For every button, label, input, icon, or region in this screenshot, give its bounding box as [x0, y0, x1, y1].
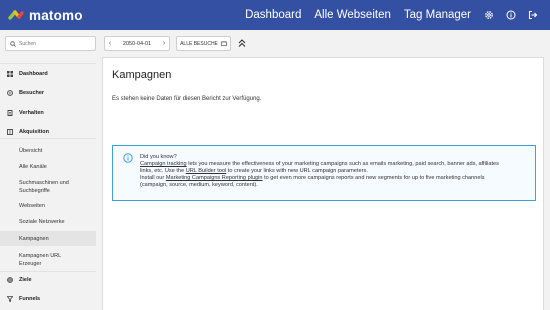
info-line: (campaign, source, medium, keyword, cont… [140, 182, 258, 188]
sidebar-item-behaviour[interactable]: Verhalten [0, 108, 96, 117]
info-text-fragment: to get even more campaigns reports and n… [262, 175, 485, 181]
collapse-icon[interactable] [238, 38, 246, 48]
nav-tag-manager[interactable]: Tag Manager [404, 9, 471, 21]
info-box: Did you know? Campaign tracking lets you… [112, 145, 536, 201]
marketing-plugin-link[interactable]: Marketing Campaigns Reporting plugin [166, 175, 263, 181]
info-line: links, etc. Use the URL Builder tool to … [140, 168, 530, 175]
divider [0, 271, 96, 272]
segment-icon [221, 41, 227, 46]
search-box[interactable] [5, 36, 96, 51]
sidebar-item-all-channels[interactable]: Alle Kanäle [0, 162, 96, 171]
page-title: Kampagnen [112, 69, 172, 81]
info-line: Campaign tracking lets you measure the e… [140, 161, 530, 168]
sidebar-item-acquisition[interactable]: Akquisition [0, 127, 96, 136]
acquisition-icon [6, 128, 14, 135]
search-icon [10, 40, 16, 47]
sidebar-item-overview[interactable]: Übersicht [0, 146, 96, 155]
segment-selector[interactable]: ALLE BESUCHE [176, 36, 231, 51]
sidebar: Dashboard Besucher Verhalten Akquisition… [0, 56, 96, 310]
info-line: Install our Marketing Campaigns Reportin… [140, 175, 530, 182]
sidebar-item-label: Suchmaschinen und Suchbegriffe [19, 179, 69, 194]
report-card: Kampagnen Es stehen keine Daten für dies… [102, 57, 544, 310]
previous-period-icon[interactable]: ‹ [105, 40, 115, 47]
url-builder-link[interactable]: URL Builder tool [186, 168, 227, 174]
sidebar-item-label: Dashboard [19, 70, 48, 77]
search-input[interactable] [19, 40, 89, 47]
date-value[interactable]: 2050-04-01 [115, 41, 159, 47]
nav-all-websites[interactable]: Alle Webseiten [314, 9, 391, 21]
sidebar-item-label: Kampagnen [19, 235, 49, 242]
sidebar-item-label: Verhalten [19, 109, 44, 116]
logout-icon[interactable] [528, 10, 538, 20]
dashboard-icon [6, 70, 14, 77]
segment-label: ALLE BESUCHE [180, 40, 218, 47]
sidebar-item-label: Übersicht [19, 147, 43, 154]
sidebar-item-campaign-url-builder[interactable]: Kampagnen URL Erzeuger [0, 251, 96, 268]
info-text-fragment: lets you measure the effectiveness of yo… [186, 161, 499, 167]
matomo-logo[interactable]: matomo [6, 8, 83, 23]
sidebar-item-goals[interactable]: Ziele [0, 275, 96, 284]
sidebar-item-label: Akquisition [19, 128, 49, 135]
next-period-icon[interactable]: › [159, 40, 169, 47]
funnel-icon [6, 295, 14, 302]
sidebar-item-label: Funnels [19, 295, 41, 302]
info-text: Did you know? Campaign tracking lets you… [140, 154, 530, 189]
sidebar-item-label: Ziele [19, 276, 32, 283]
sidebar-item-label: Webseiten [19, 202, 45, 209]
sidebar-item-label: Kampagnen URL Erzeuger [19, 252, 61, 267]
sidebar-item-funnels[interactable]: Funnels [0, 294, 96, 303]
help-icon[interactable] [506, 10, 516, 20]
sidebar-item-label: Soziale Netzwerke [19, 218, 65, 225]
logo-text: matomo [29, 7, 83, 23]
sidebar-item-label: Alle Kanäle [19, 163, 47, 170]
info-icon [123, 153, 133, 163]
visitors-icon [6, 89, 14, 96]
sub-header: ‹ 2050-04-01 › ALLE BESUCHE [0, 30, 550, 56]
top-navigation: Dashboard Alle Webseiten Tag Manager [245, 0, 550, 30]
no-data-message: Es stehen keine Daten für diesen Bericht… [112, 96, 262, 102]
sidebar-item-label: Besucher [19, 89, 45, 96]
sidebar-item-campaigns[interactable]: Kampagnen [0, 231, 96, 246]
sidebar-item-search-engines[interactable]: Suchmaschinen und Suchbegriffe [0, 178, 96, 195]
divider [0, 138, 96, 139]
sidebar-item-websites[interactable]: Webseiten [0, 201, 96, 210]
goals-icon [6, 276, 14, 283]
top-bar: matomo Dashboard Alle Webseiten Tag Mana… [0, 0, 550, 30]
logo-icon [6, 8, 26, 22]
divider [0, 63, 96, 64]
sidebar-item-visitors[interactable]: Besucher [0, 88, 96, 97]
gear-icon[interactable] [484, 10, 494, 20]
sidebar-item-social-networks[interactable]: Soziale Netzwerke [0, 217, 96, 226]
info-text-fragment: to create your links with new URL campai… [226, 168, 368, 174]
info-text-fragment: links, etc. Use the [140, 168, 186, 174]
info-heading: Did you know? [140, 154, 177, 160]
behaviour-icon [6, 109, 14, 116]
campaign-tracking-link[interactable]: Campaign tracking [140, 161, 187, 167]
date-selector[interactable]: ‹ 2050-04-01 › [104, 36, 170, 51]
sidebar-item-dashboard[interactable]: Dashboard [0, 69, 96, 78]
nav-dashboard[interactable]: Dashboard [245, 9, 301, 21]
info-text-fragment: Install our [140, 175, 166, 181]
